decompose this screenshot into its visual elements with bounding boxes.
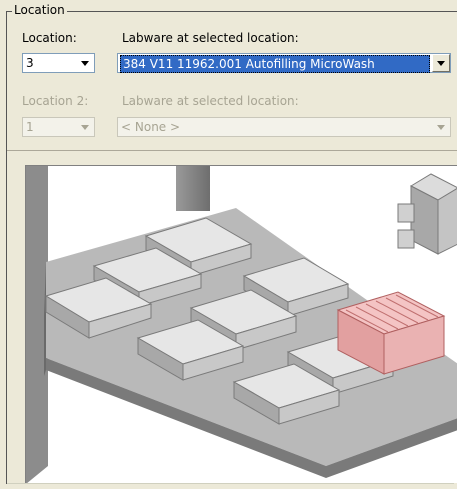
groupbox-top-border [6,11,457,12]
location-value: 3 [26,56,34,70]
location2-label: Location 2: [22,94,89,108]
worktable-illustration [26,166,457,483]
group-title: Location [12,3,67,17]
chevron-down-icon [80,124,89,130]
labware-dropdown-button[interactable] [432,54,450,72]
location2-value: 1 [26,120,34,134]
chevron-down-icon [80,60,89,66]
labware-select[interactable]: 384 V11 11962.001 Autofilling MicroWash [117,53,451,73]
labware2-select[interactable]: < None > [117,117,451,137]
labware2-label: Labware at selected location: [122,94,299,108]
section-divider [7,150,457,151]
labware2-value: < None > [121,120,181,134]
chevron-down-icon [436,124,445,130]
location-label: Location: [22,31,77,45]
wash-station [397,173,457,255]
location2-select[interactable]: 1 [22,117,95,137]
location-select[interactable]: 3 [22,53,95,73]
groupbox-left-border [6,11,7,484]
arm-post [176,166,210,211]
labware2-dropdown-button[interactable] [432,119,449,135]
labware-label: Labware at selected location: [122,31,299,45]
worktable-preview[interactable] [25,165,457,483]
labware-value: 384 V11 11962.001 Autofilling MicroWash [120,55,430,73]
chevron-down-icon [437,60,445,66]
location2-dropdown-button[interactable] [76,119,93,135]
location-dropdown-button[interactable] [76,55,93,71]
